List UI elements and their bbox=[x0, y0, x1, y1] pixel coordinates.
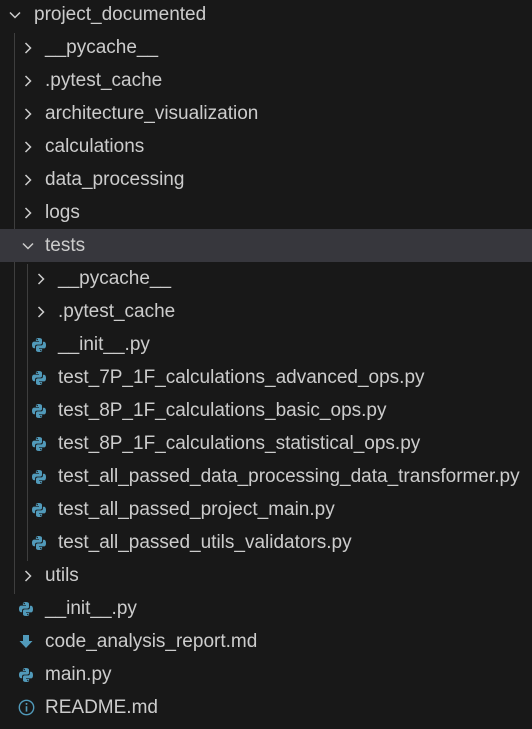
tree-item-logs[interactable]: logs bbox=[0, 196, 532, 229]
chevron-right-icon bbox=[32, 303, 50, 321]
tree-item-label: test_all_passed_utils_validators.py bbox=[58, 532, 352, 553]
tree-item-label: .pytest_cache bbox=[45, 70, 163, 91]
tree-item-test-all-passed-project-main[interactable]: test_all_passed_project_main.py bbox=[0, 493, 532, 526]
chevron-right-icon bbox=[32, 270, 50, 288]
chevron-right-icon bbox=[19, 72, 37, 90]
tree-item-label: test_7P_1F_calculations_advanced_ops.py bbox=[58, 367, 425, 388]
tree-root-project-documented[interactable]: project_documented bbox=[0, 0, 532, 31]
chevron-right-icon bbox=[19, 171, 37, 189]
tree-item-label: .pytest_cache bbox=[58, 301, 176, 322]
python-file-icon bbox=[17, 666, 35, 684]
tree-item-tests-init-py[interactable]: __init__.py bbox=[0, 328, 532, 361]
file-explorer: project_documented __pycache__ .pytest_c… bbox=[0, 0, 532, 729]
tree-item-tests[interactable]: tests bbox=[0, 229, 532, 262]
tree-item-label: test_8P_1F_calculations_basic_ops.py bbox=[58, 400, 387, 421]
tree-item-readme-md[interactable]: README.md bbox=[0, 691, 532, 724]
tree-item-label: README.md bbox=[45, 697, 158, 718]
python-file-icon bbox=[30, 468, 48, 486]
tree-item-calculations[interactable]: calculations bbox=[0, 130, 532, 163]
chevron-right-icon bbox=[19, 204, 37, 222]
tree-item-label: code_analysis_report.md bbox=[45, 631, 258, 652]
tree-item-label: __init__.py bbox=[58, 334, 150, 355]
chevron-right-icon bbox=[19, 39, 37, 57]
tree-item-label: test_all_passed_project_main.py bbox=[58, 499, 335, 520]
chevron-right-icon bbox=[19, 567, 37, 585]
tree-item-label: main.py bbox=[45, 664, 112, 685]
tree-item-data-processing[interactable]: data_processing bbox=[0, 163, 532, 196]
tree-item-code-analysis-report-md[interactable]: code_analysis_report.md bbox=[0, 625, 532, 658]
tree-item-tests-pycache[interactable]: __pycache__ bbox=[0, 262, 532, 295]
tree-item-label: logs bbox=[45, 202, 80, 223]
python-file-icon bbox=[30, 435, 48, 453]
tree-item-label: data_processing bbox=[45, 169, 185, 190]
tree-item-main-py[interactable]: main.py bbox=[0, 658, 532, 691]
tree-item-pytest-cache[interactable]: .pytest_cache bbox=[0, 64, 532, 97]
tree-item-label: project_documented bbox=[34, 4, 207, 25]
tree-item-tests-pytest-cache[interactable]: .pytest_cache bbox=[0, 295, 532, 328]
tree-item-label: test_8P_1F_calculations_statistical_ops.… bbox=[58, 433, 421, 454]
tree-item-label: __pycache__ bbox=[58, 268, 172, 289]
tree-item-test-7p-1f-advanced-ops[interactable]: test_7P_1F_calculations_advanced_ops.py bbox=[0, 361, 532, 394]
python-file-icon bbox=[30, 369, 48, 387]
tree-item-architecture-visualization[interactable]: architecture_visualization bbox=[0, 97, 532, 130]
tree-item-test-all-passed-utils-validators[interactable]: test_all_passed_utils_validators.py bbox=[0, 526, 532, 559]
chevron-down-icon bbox=[19, 237, 37, 255]
tree-item-pycache[interactable]: __pycache__ bbox=[0, 31, 532, 64]
python-file-icon bbox=[30, 501, 48, 519]
tree-item-label: tests bbox=[45, 235, 86, 256]
tree-item-label: __init__.py bbox=[45, 598, 137, 619]
tree-item-label: utils bbox=[45, 565, 79, 586]
info-icon bbox=[17, 699, 35, 717]
tree-item-label: __pycache__ bbox=[45, 37, 159, 58]
tree-item-utils[interactable]: utils bbox=[0, 559, 532, 592]
python-file-icon bbox=[30, 402, 48, 420]
python-file-icon bbox=[17, 600, 35, 618]
tree-item-test-8p-1f-basic-ops[interactable]: test_8P_1F_calculations_basic_ops.py bbox=[0, 394, 532, 427]
chevron-right-icon bbox=[19, 105, 37, 123]
chevron-right-icon bbox=[19, 138, 37, 156]
tree-item-test-all-passed-data-transformer[interactable]: test_all_passed_data_processing_data_tra… bbox=[0, 460, 532, 493]
chevron-down-icon bbox=[6, 6, 24, 24]
tree-item-init-py[interactable]: __init__.py bbox=[0, 592, 532, 625]
python-file-icon bbox=[30, 336, 48, 354]
python-file-icon bbox=[30, 534, 48, 552]
markdown-download-icon bbox=[17, 633, 35, 651]
tree-item-test-8p-1f-statistical-ops[interactable]: test_8P_1F_calculations_statistical_ops.… bbox=[0, 427, 532, 460]
tree-item-label: calculations bbox=[45, 136, 145, 157]
tree-item-label: test_all_passed_data_processing_data_tra… bbox=[58, 466, 520, 487]
tree-item-label: architecture_visualization bbox=[45, 103, 259, 124]
